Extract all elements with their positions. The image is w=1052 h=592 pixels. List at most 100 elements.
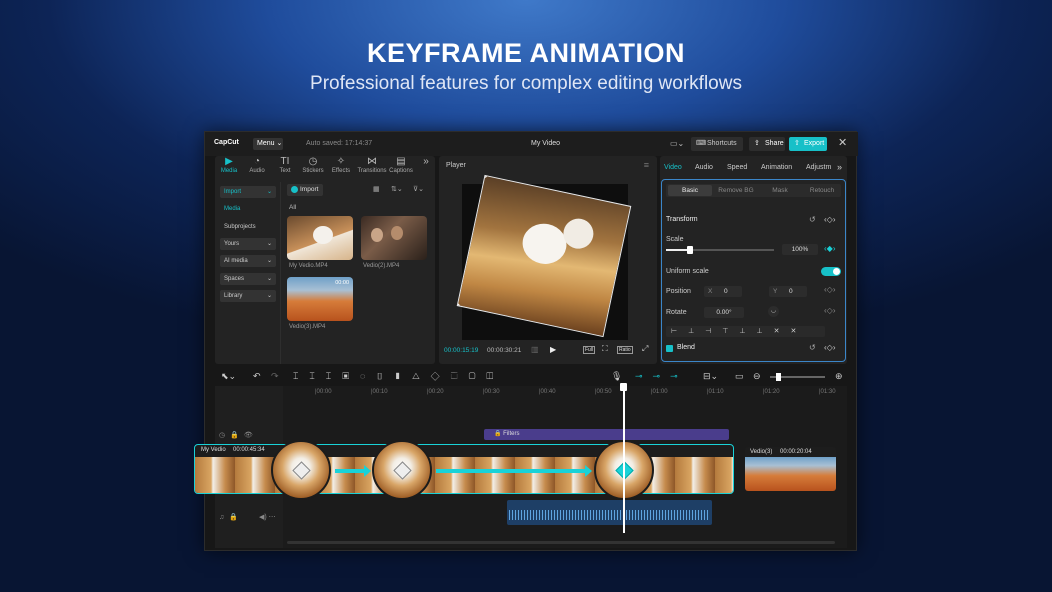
tool-label: Audio xyxy=(249,168,265,174)
play-icon[interactable]: ▶ xyxy=(550,345,556,354)
playhead[interactable] xyxy=(620,383,627,533)
export-button[interactable]: ⇧ Export xyxy=(789,137,827,151)
sort-icon[interactable]: ⇅⌄ xyxy=(391,185,403,193)
audio-track-controls-icons[interactable]: ♫🔒 xyxy=(219,513,243,521)
filter-track-clip[interactable]: 🔒 Filters xyxy=(484,429,729,440)
media-name: My Vedio.MP4 xyxy=(289,263,328,269)
sidebar-import[interactable]: Import ⌄ xyxy=(220,186,276,198)
zoom-slider[interactable] xyxy=(770,373,825,381)
scale-value[interactable]: 100% xyxy=(782,244,818,255)
tab-adjustment[interactable]: Adjustm xyxy=(806,164,831,171)
tool-effects[interactable]: ✧ Effects xyxy=(327,156,355,174)
waveform-icon[interactable]: ▥ xyxy=(531,345,539,354)
fullscreen-icon[interactable]: ⤢ xyxy=(642,344,648,354)
layout-icon[interactable]: ▭⌄ xyxy=(670,139,684,148)
blend-label: Blend xyxy=(677,344,695,351)
tab-animation[interactable]: Animation xyxy=(761,164,792,171)
sidebar-ai-media[interactable]: AI media ⌄ xyxy=(220,255,276,267)
x-label: X xyxy=(708,288,713,295)
subtab-remove-bg[interactable]: Remove BG xyxy=(714,185,758,196)
keyframe-icon[interactable]: ‹◇› xyxy=(824,215,835,224)
zoom-out-icon[interactable]: ⊖ xyxy=(753,371,761,382)
keyframe-icon[interactable]: ‹◇› xyxy=(824,343,835,352)
timeline-scrollbar[interactable] xyxy=(287,541,835,544)
tool-captions[interactable]: ▤ Captions xyxy=(387,156,415,174)
expand-tools-icon[interactable]: » xyxy=(419,156,433,168)
media-thumb-1[interactable] xyxy=(287,216,353,260)
keyframe-active-icon[interactable]: ‹◆› xyxy=(824,244,835,253)
sidebar-media[interactable]: Media xyxy=(220,203,276,215)
audio-options-icons[interactable]: ◀) ⋯ xyxy=(259,513,276,521)
keyboard-icon: ⌨ xyxy=(696,140,707,147)
tool-stickers[interactable]: ◷ Stickers xyxy=(299,156,327,174)
tab-audio[interactable]: Audio xyxy=(695,164,713,171)
keyframe-icon[interactable]: ‹◇› xyxy=(824,306,835,315)
sidebar-library[interactable]: Library ⌄ xyxy=(220,290,276,302)
zoom-in-icon[interactable]: ⊕ xyxy=(835,371,843,382)
ratio-button[interactable]: Ratio xyxy=(617,346,633,354)
import-button[interactable]: Import xyxy=(287,184,323,196)
position-y-field[interactable]: Y0 xyxy=(769,286,807,297)
share-button[interactable]: ⇪ Share xyxy=(749,137,785,151)
sidebar-subprojects[interactable]: Subprojects xyxy=(220,221,276,233)
scale-knob[interactable] xyxy=(686,246,693,254)
project-title[interactable]: My Video xyxy=(531,140,560,147)
chevron-down-icon: ⌄ xyxy=(266,189,272,195)
uniform-scale-toggle[interactable] xyxy=(821,267,841,276)
select-tool-icon[interactable]: ⬉⌄ xyxy=(221,371,236,382)
undo-icon[interactable]: ↶ xyxy=(253,371,261,382)
close-icon[interactable]: ✕ xyxy=(838,136,847,149)
subtab-retouch[interactable]: Retouch xyxy=(800,185,844,196)
reset-icon[interactable]: ↺ xyxy=(809,343,816,352)
keyframe-icon[interactable]: ‹◇› xyxy=(824,285,835,294)
corner-handle[interactable] xyxy=(456,302,461,310)
track-controls-icons[interactable]: ◷🔒👁 xyxy=(219,431,258,439)
uniform-scale-label: Uniform scale xyxy=(666,268,709,275)
tool-media[interactable]: ▶ Media xyxy=(215,156,243,174)
grid-view-icon[interactable]: ▦ xyxy=(373,185,380,193)
edit-tools-icons[interactable]: ⌶⌶⌶▣◌▯▮△◇⬚▢◫ xyxy=(293,371,504,382)
tab-speed[interactable]: Speed xyxy=(727,164,747,171)
media-thumb-3[interactable]: 00:00 xyxy=(287,277,353,321)
tab-video[interactable]: Video xyxy=(664,164,682,171)
align-toolbar[interactable]: ⊢⊥⊣⊤⊥⊥✕✕ xyxy=(666,326,825,337)
rotate-dial[interactable]: ◡ xyxy=(768,306,779,317)
sidebar-yours[interactable]: Yours ⌄ xyxy=(220,238,276,250)
player-menu-icon[interactable]: ≡ xyxy=(644,160,649,170)
corner-handle[interactable] xyxy=(481,174,489,179)
redo-icon[interactable]: ↷ xyxy=(271,371,279,382)
subtab-basic[interactable]: Basic xyxy=(668,185,712,196)
more-tabs-icon[interactable]: » xyxy=(837,162,842,172)
filter-all[interactable]: All xyxy=(289,204,296,211)
menu-button[interactable]: Menu ⌄ xyxy=(253,138,283,150)
shortcuts-button[interactable]: ⌨ Shortcuts xyxy=(691,137,743,151)
caption-tool-icon[interactable]: ▭ xyxy=(735,371,744,382)
rotate-value[interactable]: 0.00° xyxy=(704,307,744,318)
tool-transitions[interactable]: ⋈ Transitions xyxy=(357,156,387,174)
clip-name: My Vedio xyxy=(201,447,226,453)
preview-axis-icon[interactable]: ⊟⌄ xyxy=(703,371,718,382)
filter-icon[interactable]: ⊽⌄ xyxy=(413,185,424,193)
audio-clip[interactable] xyxy=(507,500,712,525)
zoom-knob[interactable] xyxy=(776,373,781,381)
blend-checkbox[interactable] xyxy=(666,345,673,352)
playhead-handle[interactable] xyxy=(620,383,627,391)
tool-audio[interactable]: ◔ Audio xyxy=(243,156,271,174)
sidebar-item-label: AI media xyxy=(224,258,248,264)
subtab-mask[interactable]: Mask xyxy=(758,185,802,196)
autosave-status: Auto saved: 17:14:37 xyxy=(306,140,373,147)
sidebar-spaces[interactable]: Spaces ⌄ xyxy=(220,273,276,285)
tool-label: Media xyxy=(220,168,238,174)
second-video-clip[interactable]: Vedio(3) 00:00:20:04 xyxy=(745,447,836,491)
ruler-tick-label: |01:00 xyxy=(651,389,668,395)
media-thumb-2[interactable] xyxy=(361,216,427,260)
link-tools-icons[interactable]: ⊸⊸⊸ xyxy=(635,371,688,382)
full-button[interactable]: Full xyxy=(583,346,596,354)
reset-icon[interactable]: ↺ xyxy=(809,215,816,224)
crop-icon[interactable]: ⛶ xyxy=(602,344,608,354)
scale-slider[interactable] xyxy=(666,246,774,254)
position-x-field[interactable]: X0 xyxy=(704,286,742,297)
captions-icon: ▤ xyxy=(396,156,406,167)
tool-text[interactable]: TI Text xyxy=(271,156,299,174)
mic-icon[interactable]: 🎙 xyxy=(611,371,622,382)
